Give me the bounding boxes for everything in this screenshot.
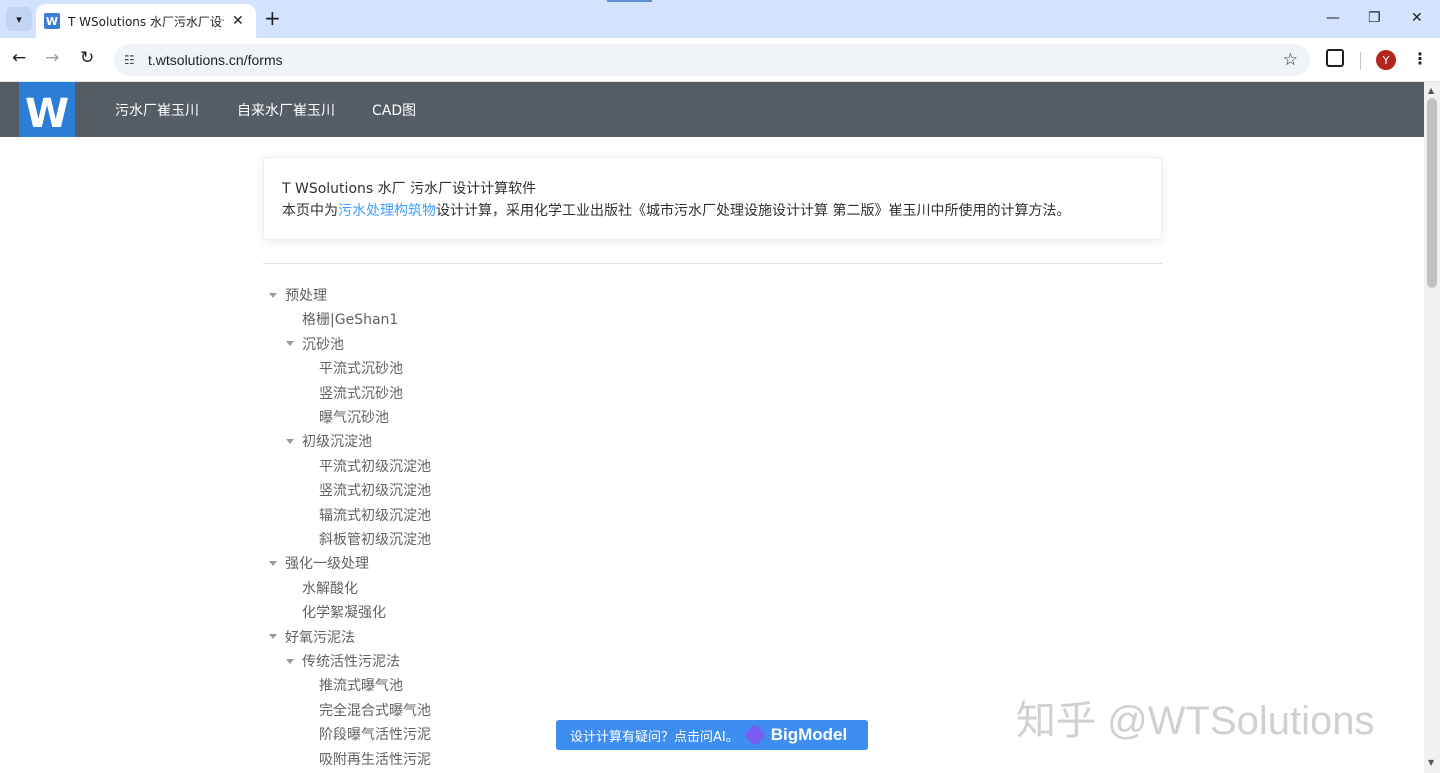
minimize-button[interactable]: — <box>1326 10 1340 26</box>
tree-node[interactable]: 斜板管初级沉淀池 <box>319 530 431 550</box>
tree-node-label: 竖流式沉砂池 <box>319 385 403 402</box>
nav-item-cad[interactable]: CAD图 <box>372 100 416 120</box>
intro-title: T WSolutions 水厂 污水厂设计计算软件 <box>282 181 537 197</box>
bigmodel-brand: BigModel <box>770 725 848 744</box>
ask-ai-label: 设计计算有疑问？点击问AI。 <box>570 729 739 745</box>
intro-link[interactable]: 污水处理构筑物 <box>338 203 436 219</box>
caret-down-icon[interactable] <box>286 341 294 347</box>
tree-node[interactable]: 平流式初级沉淀池 <box>319 457 431 477</box>
tree-node[interactable]: 竖流式初级沉淀池 <box>319 481 431 501</box>
tree-node-label: 斜板管初级沉淀池 <box>319 532 431 548</box>
bookmark-star-icon[interactable]: ☆ <box>1283 50 1298 70</box>
caret-down-icon[interactable] <box>269 634 277 640</box>
site-navbar: W 污水厂崔玉川 自来水厂崔玉川 CAD图 <box>0 82 1424 137</box>
tree-node-label: 曝气沉砂池 <box>319 410 389 426</box>
nav-item-wastewater[interactable]: 污水厂崔玉川 <box>115 100 199 120</box>
page-viewport: W 污水厂崔玉川 自来水厂崔玉川 CAD图 T WSolutions 水厂 污水… <box>0 82 1424 773</box>
tree-node-label: 好氧污泥法 <box>285 629 355 646</box>
browser-toolbar: ← → ↻ ☷ t.wtsolutions.cn/forms ☆ Y ⋮ <box>0 38 1440 82</box>
tree-node-label: 预处理 <box>285 288 327 304</box>
tree-node[interactable]: 沉砂池 <box>286 335 344 355</box>
reload-icon[interactable]: ↻ <box>80 48 94 68</box>
scroll-up-icon[interactable]: ▲ <box>1428 86 1434 95</box>
nav-item-water-plant[interactable]: 自来水厂崔玉川 <box>237 100 335 120</box>
toolbar-separator <box>1360 52 1361 70</box>
content-divider <box>263 263 1162 264</box>
tree-node-label: 强化一级处理 <box>285 556 369 573</box>
tree-node-label: 初级沉淀池 <box>302 434 372 451</box>
browser-tab-active[interactable]: W T WSolutions 水厂污水厂设计 ✕ <box>36 4 256 38</box>
bigmodel-logo-icon <box>743 723 767 747</box>
tree-node-label: 竖流式初级沉淀池 <box>319 483 431 500</box>
tree-node-label: 平流式沉砂池 <box>319 361 403 378</box>
tree-node[interactable]: 格栅|GeShan1 <box>302 310 398 330</box>
tree-node[interactable]: 吸附再生活性污泥 <box>319 750 431 770</box>
intro-description: 本页中为污水处理构筑物设计计算，采用化学工业出版社《城市污水厂处理设施设计计算 … <box>282 200 1143 222</box>
tree-node-label: 完全混合式曝气池 <box>319 702 431 719</box>
close-window-button[interactable]: ✕ <box>1411 10 1423 26</box>
zhihu-watermark: 知乎 @WTSolutions <box>1016 699 1375 743</box>
tree-node[interactable]: 曝气沉砂池 <box>319 408 389 428</box>
tree-node-label: 辐流式初级沉淀池 <box>319 507 431 524</box>
kebab-menu-icon[interactable]: ⋮ <box>1412 49 1428 68</box>
page-scrollbar[interactable]: ▲ ▼ <box>1424 82 1440 773</box>
caret-down-icon[interactable] <box>269 292 277 298</box>
tree-node[interactable]: 强化一级处理 <box>269 554 369 574</box>
ask-ai-button[interactable]: 设计计算有疑问？点击问AI。 BigModel <box>556 720 868 750</box>
tree-node[interactable]: 初级沉淀池 <box>286 432 372 452</box>
site-info-icon[interactable]: ☷ <box>124 53 140 67</box>
tree-node[interactable]: 好氧污泥法 <box>269 628 355 648</box>
tree-node-label: 沉砂池 <box>302 336 344 353</box>
intro-prefix: 本页中为 <box>282 203 338 219</box>
tab-search-chevron-icon[interactable]: ▾ <box>6 7 32 31</box>
scroll-down-icon[interactable]: ▼ <box>1428 758 1434 767</box>
tree-node-label: 吸附再生活性污泥 <box>319 751 431 768</box>
tree-node-label: 化学絮凝强化 <box>302 605 386 622</box>
back-arrow-icon[interactable]: ← <box>12 48 26 68</box>
tree-node[interactable]: 辐流式初级沉淀池 <box>319 506 431 526</box>
browser-tabstrip: ▾ W T WSolutions 水厂污水厂设计 ✕ + — ❐ ✕ <box>0 0 1440 38</box>
tree-node-label: 水解酸化 <box>302 580 358 597</box>
tree-node-label: 传统活性污泥法 <box>302 654 400 670</box>
intro-suffix: 设计计算，采用化学工业出版社《城市污水厂处理设施设计计算 第二版》崔玉川中所使用… <box>436 203 1071 219</box>
caret-down-icon[interactable] <box>286 658 294 664</box>
tree-node-label: 平流式初级沉淀池 <box>319 458 431 475</box>
profile-avatar[interactable]: Y <box>1376 50 1396 70</box>
tree-node-label: 阶段曝气活性污泥 <box>319 727 431 744</box>
tree-node[interactable]: 完全混合式曝气池 <box>319 701 431 721</box>
address-bar[interactable]: ☷ t.wtsolutions.cn/forms ☆ <box>114 44 1310 76</box>
scrollbar-thumb[interactable] <box>1427 98 1437 288</box>
tree-node[interactable]: 平流式沉砂池 <box>319 359 403 379</box>
tree-node[interactable]: 传统活性污泥法 <box>286 652 400 672</box>
extensions-icon[interactable] <box>1326 49 1344 67</box>
tab-drag-indicator <box>607 0 652 2</box>
tab-close-icon[interactable]: ✕ <box>232 13 244 29</box>
tree-node[interactable]: 阶段曝气活性污泥 <box>319 725 431 745</box>
intro-card: T WSolutions 水厂 污水厂设计计算软件 本页中为污水处理构筑物设计计… <box>263 157 1162 240</box>
url-text[interactable]: t.wtsolutions.cn/forms <box>148 52 283 68</box>
tree-node[interactable]: 竖流式沉砂池 <box>319 384 403 404</box>
tree-node[interactable]: 预处理 <box>269 286 327 306</box>
favicon-icon: W <box>44 13 60 29</box>
forward-arrow-icon[interactable]: → <box>45 48 59 68</box>
tree-node-label: 推流式曝气池 <box>319 678 403 695</box>
caret-down-icon[interactable] <box>286 438 294 444</box>
tree-node[interactable]: 化学絮凝强化 <box>302 603 386 623</box>
tab-title: T WSolutions 水厂污水厂设计 <box>68 14 224 29</box>
tree-node[interactable]: 推流式曝气池 <box>319 676 403 696</box>
new-tab-button[interactable]: + <box>264 8 281 28</box>
tree-node-label: 格栅|GeShan1 <box>302 312 399 329</box>
site-logo[interactable]: W <box>19 82 75 137</box>
tree-node[interactable]: 水解酸化 <box>302 579 358 599</box>
caret-down-icon[interactable] <box>269 560 277 566</box>
restore-button[interactable]: ❐ <box>1368 10 1381 26</box>
